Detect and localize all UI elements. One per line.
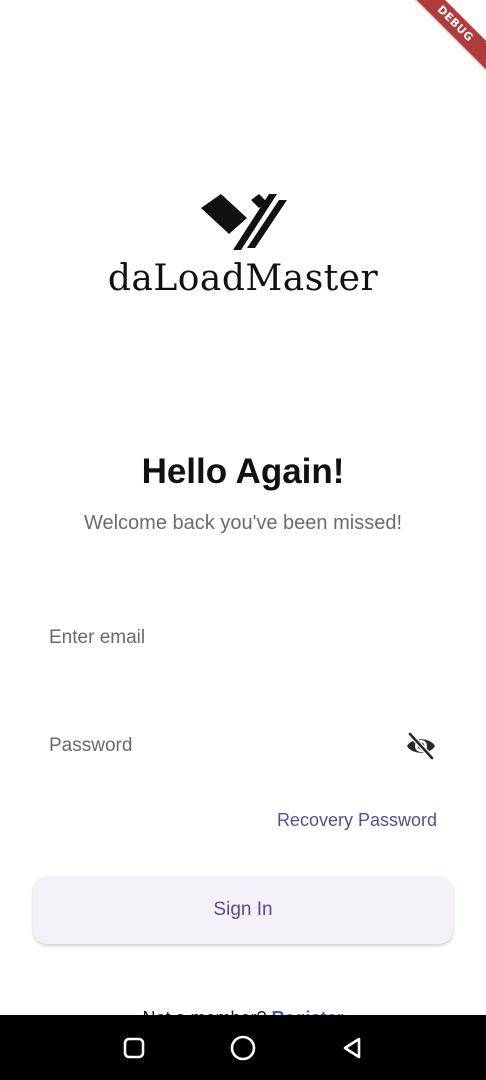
debug-banner: DEBUG bbox=[394, 0, 486, 85]
sign-in-button[interactable]: Sign In bbox=[33, 876, 453, 944]
recents-button[interactable] bbox=[112, 1026, 156, 1070]
sign-in-label: Sign In bbox=[213, 899, 273, 920]
android-nav-bar bbox=[0, 1015, 486, 1080]
home-button[interactable] bbox=[221, 1026, 265, 1070]
password-input[interactable] bbox=[34, 716, 452, 776]
app-name: daLoadMaster bbox=[107, 258, 379, 299]
back-triangle-icon bbox=[343, 1037, 360, 1058]
password-visibility-toggle[interactable] bbox=[404, 730, 438, 762]
daloadmaster-logo-icon bbox=[201, 194, 287, 250]
app-logo: daLoadMaster bbox=[0, 190, 486, 299]
login-screen: DEBUG daLoadMaster Hello Again! Welcome … bbox=[0, 0, 486, 1080]
back-button[interactable] bbox=[330, 1026, 374, 1070]
password-field-container bbox=[34, 716, 452, 776]
recovery-password-link[interactable]: Recovery Password bbox=[277, 810, 437, 831]
eye-off-icon bbox=[407, 732, 435, 760]
recents-square-icon bbox=[124, 1037, 145, 1058]
page-subtitle: Welcome back you've been missed! bbox=[83, 512, 403, 534]
page-title: Hello Again! bbox=[141, 452, 345, 491]
home-circle-icon bbox=[230, 1035, 256, 1060]
email-input[interactable] bbox=[34, 608, 452, 668]
email-field-container bbox=[34, 608, 452, 668]
